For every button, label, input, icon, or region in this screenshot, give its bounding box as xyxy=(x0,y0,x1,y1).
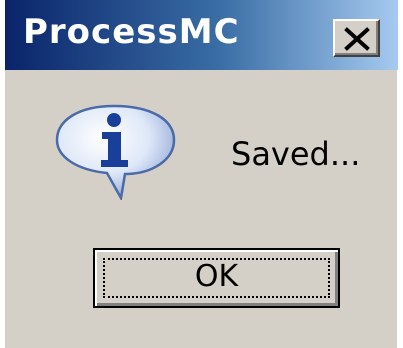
message-dialog: ProcessMC Saved... OK xyxy=(4,0,398,348)
title-bar[interactable]: ProcessMC xyxy=(5,0,398,70)
information-icon xyxy=(49,100,179,205)
ok-button-label: OK xyxy=(194,259,239,294)
ok-button[interactable]: OK xyxy=(93,248,340,308)
close-button[interactable] xyxy=(333,19,380,57)
dialog-title: ProcessMC xyxy=(23,12,240,52)
close-icon xyxy=(344,27,370,51)
message-text: Saved... xyxy=(231,135,361,173)
